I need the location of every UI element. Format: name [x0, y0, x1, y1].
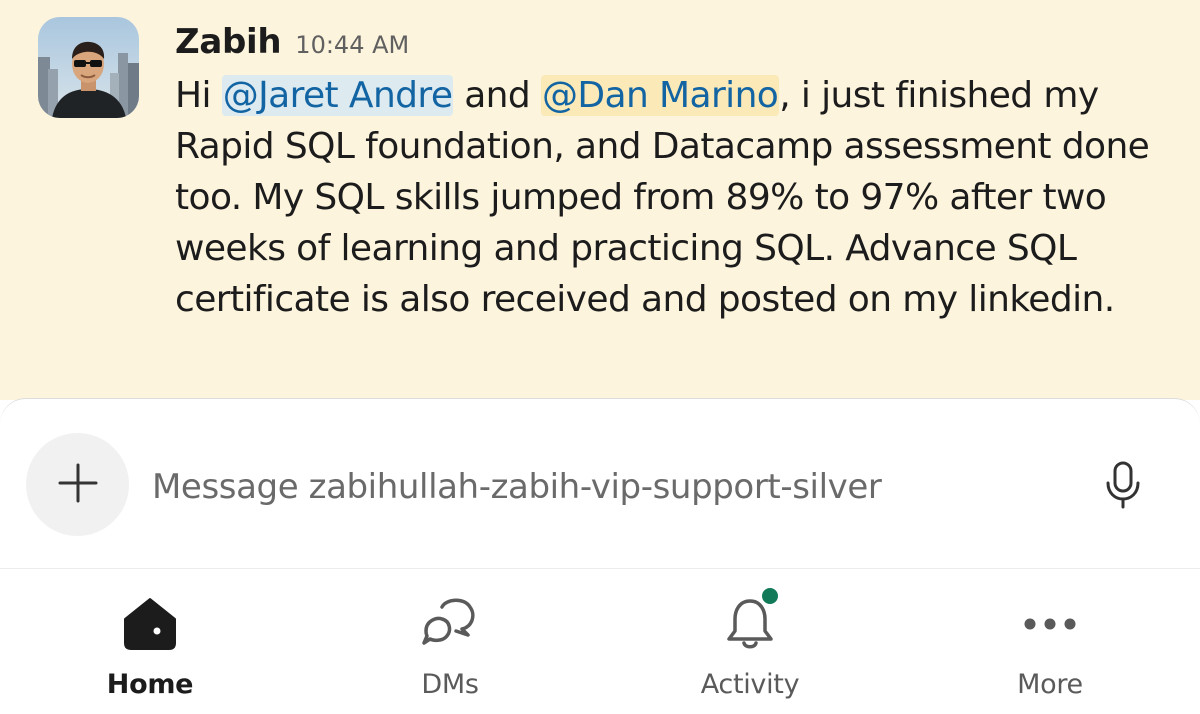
message-timestamp[interactable]: 10:44 AM — [295, 31, 409, 59]
message-text-before: Hi — [175, 75, 222, 116]
message-highlight: Zabih 10:44 AM Hi @Jaret Andre and @Dan … — [0, 0, 1200, 400]
add-attachment-button[interactable] — [26, 433, 129, 536]
mention-dan-marino[interactable]: @Dan Marino — [541, 75, 780, 116]
more-icon — [1015, 589, 1085, 659]
mention-jaret-andre[interactable]: @Jaret Andre — [221, 75, 454, 116]
avatar[interactable] — [38, 17, 139, 118]
message-input[interactable] — [152, 459, 1052, 515]
plus-icon — [56, 461, 100, 509]
activity-badge — [759, 585, 781, 607]
message-composer — [0, 398, 1200, 569]
tab-dms[interactable]: DMs — [300, 569, 600, 714]
tab-home-label: Home — [106, 669, 194, 700]
message-text: Hi @Jaret Andre and @Dan Marino, i just … — [175, 70, 1175, 325]
tab-activity[interactable]: Activity — [600, 569, 900, 714]
tab-home[interactable]: Home — [0, 569, 300, 714]
dms-icon — [415, 589, 485, 659]
home-icon — [115, 589, 185, 659]
microphone-icon — [1103, 460, 1143, 514]
tab-activity-label: Activity — [700, 669, 800, 700]
microphone-button[interactable] — [1100, 461, 1146, 513]
message-author[interactable]: Zabih — [175, 22, 282, 62]
tab-more[interactable]: More — [900, 569, 1200, 714]
bottom-tab-bar: Home DMs Activity More — [0, 568, 1200, 714]
tab-more-label: More — [1017, 669, 1083, 700]
message-header: Zabih 10:44 AM — [175, 22, 409, 66]
tab-dms-label: DMs — [421, 669, 479, 700]
bell-icon — [715, 585, 785, 659]
message-text-middle: and — [453, 75, 541, 116]
